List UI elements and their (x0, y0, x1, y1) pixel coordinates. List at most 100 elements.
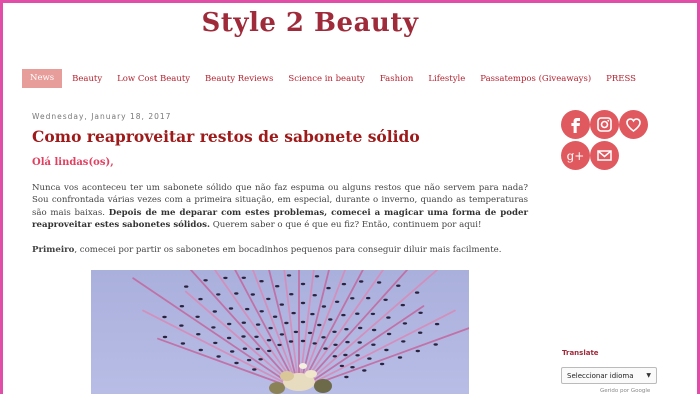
straw-dot (366, 296, 371, 300)
straw-dot (277, 343, 282, 347)
straw-dot (211, 326, 216, 329)
nav-item-beauty[interactable]: Beauty (67, 74, 107, 84)
straw-dot (255, 347, 260, 351)
straw-dot (333, 343, 338, 346)
heart-icon (626, 118, 641, 132)
straw-dot (415, 349, 420, 353)
straw-dot (355, 312, 360, 315)
straw-dot (376, 281, 382, 284)
straw-dot (284, 321, 289, 325)
straw-dot (250, 293, 255, 296)
straw-dot (268, 326, 273, 330)
dropdown-arrow-icon: ▼ (646, 372, 651, 379)
nav-item-low-cost-beauty[interactable]: Low Cost Beauty (112, 74, 195, 84)
intro-closing-text: Querem saber o que é que eu fiz? Então, … (210, 219, 482, 230)
straw-dot (196, 333, 201, 336)
straw-dot (288, 340, 294, 343)
step-one-label: Primeiro (32, 245, 75, 255)
straw-dot (216, 293, 221, 296)
email-button[interactable] (590, 141, 619, 170)
straw-dot (357, 341, 362, 344)
straw-dot (321, 336, 326, 339)
straw-dot (254, 335, 259, 338)
google-plus-icon: g+ (567, 149, 585, 163)
straw-dot (418, 331, 423, 334)
straw-dot (300, 301, 306, 305)
straw-dot (198, 297, 203, 301)
straw-dot (350, 297, 355, 300)
straw-dot (323, 347, 328, 350)
straw-dot (266, 339, 272, 342)
straw-dot (258, 358, 263, 361)
straw-dot (179, 305, 185, 308)
straw-dot (255, 323, 261, 326)
straw-dot (326, 286, 331, 290)
straw-dot (383, 298, 388, 301)
straw-dot (230, 350, 235, 353)
straw-dot (234, 292, 239, 295)
straw-dot (370, 312, 376, 316)
straw-dot (162, 315, 167, 319)
language-select[interactable]: Seleccionar idioma ▼ (561, 367, 657, 384)
nav-item-science-in-beauty[interactable]: Science in beauty (283, 74, 369, 84)
post-paragraph-intro: Nunca vos aconteceu ter um sabonete sóli… (32, 182, 528, 231)
straw-dot (400, 303, 405, 307)
straw-dot (314, 275, 320, 278)
straw-dot (371, 328, 377, 332)
facebook-button[interactable] (561, 110, 590, 139)
post-title[interactable]: Como reaproveitar restos de sabonete sól… (32, 127, 420, 146)
straw-dot (402, 322, 408, 325)
google-plus-button[interactable]: g+ (561, 141, 590, 170)
straw-dot (341, 313, 346, 317)
post-greeting: Olá lindas(os), (32, 157, 114, 168)
main-nav: News Beauty Low Cost Beauty Beauty Revie… (22, 69, 646, 88)
straw-dot (216, 355, 221, 358)
straw-dot (291, 311, 296, 315)
straw-dot (384, 348, 389, 352)
straw-dot (212, 310, 217, 313)
straw-dot (275, 285, 280, 288)
straw-dot (242, 347, 248, 350)
bloglovin-button[interactable] (619, 110, 648, 139)
straw-dot (223, 276, 228, 280)
translate-widget-title: Translate (562, 349, 599, 357)
straw-dot (345, 340, 350, 344)
nav-item-lifestyle[interactable]: Lifestyle (423, 74, 470, 84)
straw-dot (359, 280, 364, 283)
powered-by-text: Gerido por Google (600, 388, 651, 394)
post-date: Wednesday, January 18, 2017 (32, 112, 172, 121)
straw-dot (312, 342, 317, 345)
straw-dot (350, 366, 355, 369)
nav-item-passatempos[interactable]: Passatempos (Giveaways) (475, 74, 596, 84)
straw-dot (259, 310, 264, 313)
instagram-button[interactable] (590, 110, 619, 139)
nav-item-news[interactable]: News (22, 69, 63, 88)
straw-dot (289, 293, 294, 296)
post-image[interactable] (91, 270, 469, 394)
language-select-value: Seleccionar idioma (567, 371, 634, 380)
straw-dot (184, 285, 189, 288)
straw-dot (252, 368, 257, 371)
straw-dot (371, 343, 376, 346)
straw-dot (386, 332, 392, 336)
straw-dot (343, 353, 348, 357)
instagram-icon (597, 117, 612, 132)
straw-dot (397, 356, 403, 359)
straw-dot (226, 336, 232, 340)
straw-dot (198, 348, 203, 352)
straw-dot (272, 315, 278, 318)
straw-dot (341, 282, 347, 286)
straw-dot (293, 330, 299, 334)
nav-item-beauty-reviews[interactable]: Beauty Reviews (200, 74, 278, 84)
straw-dot (259, 280, 264, 283)
straw-dot (312, 294, 317, 297)
straw-dot (434, 322, 440, 326)
straw-dot (362, 369, 367, 372)
nav-item-press[interactable]: PRESS (601, 74, 641, 84)
nav-item-fashion[interactable]: Fashion (375, 74, 419, 84)
straw-dot (332, 355, 337, 358)
straw-dot (344, 328, 349, 331)
straw-dot (344, 375, 349, 379)
straw-dot (339, 364, 345, 368)
blog-title[interactable]: Style 2 Beauty (0, 8, 620, 38)
